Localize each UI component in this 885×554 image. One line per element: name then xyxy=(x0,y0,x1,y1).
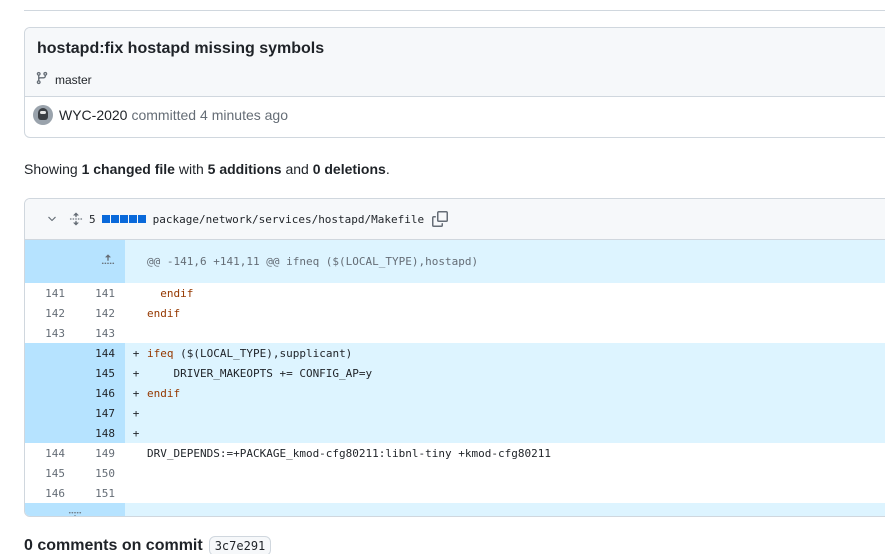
diff-marker xyxy=(125,463,147,483)
old-line-number[interactable]: 146 xyxy=(25,483,75,503)
comments-label: 0 comments on commit xyxy=(24,537,203,554)
commit-meta: WYC-2020 committed 4 minutes ago xyxy=(33,105,288,125)
old-line-number[interactable]: 145 xyxy=(25,463,75,483)
diff-marker xyxy=(125,323,147,343)
old-line-number[interactable] xyxy=(25,423,75,443)
code-line: endif xyxy=(147,383,885,403)
diff-summary: Showing 1 changed file with 5 additions … xyxy=(24,161,390,177)
summary-additions: 5 additions xyxy=(207,161,282,177)
chevron-down-icon[interactable] xyxy=(45,212,59,226)
diff-line-context: 144 149 DRV_DEPENDS:=+PACKAGE_kmod-cfg8021… xyxy=(25,443,885,463)
new-line-number[interactable]: 149 xyxy=(75,443,125,463)
diff-line-context: 142 142 endif xyxy=(25,303,885,323)
copy-icon[interactable] xyxy=(432,211,449,227)
unfold-icon[interactable] xyxy=(69,212,83,226)
commit-box: hostapd:fix hostapd missing symbols mast… xyxy=(24,27,885,138)
summary-with: with xyxy=(178,161,204,177)
expand-up-button[interactable] xyxy=(25,240,125,283)
expand-up-icon xyxy=(101,254,115,264)
old-line-number[interactable] xyxy=(25,343,75,363)
diff-marker: + xyxy=(125,383,147,403)
committed-text: committed xyxy=(131,107,197,123)
expand-down-button[interactable] xyxy=(25,503,125,516)
diff-marker: + xyxy=(125,423,147,443)
code-line: endif xyxy=(160,286,194,300)
commit-header: hostapd:fix hostapd missing symbols mast… xyxy=(25,28,885,97)
old-line-number[interactable] xyxy=(25,363,75,383)
diff-marker: + xyxy=(125,403,147,423)
hunk-header-text: @@ -141,6 +141,11 @@ ifneq ($(LOCAL_TYPE… xyxy=(125,240,885,283)
code-line xyxy=(147,483,885,503)
file-header: 5 package/network/services/hostapd/Makef… xyxy=(25,199,885,240)
summary-changed[interactable]: 1 changed file xyxy=(82,161,175,177)
old-line-number[interactable]: 144 xyxy=(25,443,75,463)
diff-marker xyxy=(125,283,147,303)
diff-line-added: 148 + xyxy=(25,423,885,443)
code-line: DRIVER_MAKEOPTS += CONFIG_AP=y xyxy=(147,363,885,383)
diff-marker xyxy=(125,443,147,463)
new-line-number[interactable]: 145 xyxy=(75,363,125,383)
code-line: endif xyxy=(147,306,181,320)
diff-line-added: 144 + ifeq ($(LOCAL_TYPE),supplicant) xyxy=(25,343,885,363)
summary-prefix: Showing xyxy=(24,161,78,177)
diff-line-context: 145 150 xyxy=(25,463,885,483)
summary-period: . xyxy=(385,161,390,177)
new-line-number[interactable]: 141 xyxy=(75,283,125,303)
old-line-number[interactable]: 143 xyxy=(25,323,75,343)
code-line xyxy=(147,403,885,423)
old-line-number[interactable]: 141 xyxy=(25,283,75,303)
change-count: 5 xyxy=(89,212,96,226)
diff-marker xyxy=(125,483,147,503)
diff-line-added: 146 + endif xyxy=(25,383,885,403)
old-line-number[interactable]: 142 xyxy=(25,303,75,323)
diffstat-bar xyxy=(101,215,147,223)
new-line-number[interactable]: 148 xyxy=(75,423,125,443)
avatar[interactable] xyxy=(33,105,53,125)
new-line-number[interactable]: 150 xyxy=(75,463,125,483)
new-line-number[interactable]: 151 xyxy=(75,483,125,503)
code-line xyxy=(147,423,885,443)
branch-link[interactable]: master xyxy=(35,71,92,88)
code-line xyxy=(147,323,885,343)
hunk-footer-row xyxy=(25,503,885,516)
diff-line-context: 141 141 endif xyxy=(25,283,885,303)
hunk-footer-fill xyxy=(125,503,885,516)
code-line xyxy=(147,463,885,483)
author-link[interactable]: WYC-2020 xyxy=(59,107,127,123)
new-line-number[interactable]: 143 xyxy=(75,323,125,343)
commit-title: hostapd:fix hostapd missing symbols xyxy=(37,40,325,57)
diff-marker xyxy=(125,303,147,323)
diff-line-context: 146 151 xyxy=(25,483,885,503)
new-line-number[interactable]: 146 xyxy=(75,383,125,403)
diff-line-context: 143 143 xyxy=(25,323,885,343)
commit-sha-badge[interactable]: 3c7e291 xyxy=(208,536,272,554)
file-path-link[interactable]: package/network/services/hostapd/Makefil… xyxy=(153,213,425,226)
code-line: ifeq ($(LOCAL_TYPE),supplicant) xyxy=(147,343,885,363)
new-line-number[interactable]: 142 xyxy=(75,303,125,323)
code-line: DRV_DEPENDS:=+PACKAGE_kmod-cfg80211:libn… xyxy=(147,446,551,460)
file-diff: 5 package/network/services/hostapd/Makef… xyxy=(24,198,885,517)
branch-name: master xyxy=(55,72,92,87)
diff-marker: + xyxy=(125,343,147,363)
hunk-header-row: @@ -141,6 +141,11 @@ ifneq ($(LOCAL_TYPE… xyxy=(25,240,885,283)
summary-deletions: 0 deletions xyxy=(312,161,386,177)
new-line-number[interactable]: 147 xyxy=(75,403,125,423)
diff-table: @@ -141,6 +141,11 @@ ifneq ($(LOCAL_TYPE… xyxy=(25,240,885,516)
old-line-number[interactable] xyxy=(25,403,75,423)
expand-down-icon xyxy=(68,511,82,516)
diff-line-added: 147 + xyxy=(25,403,885,423)
diff-line-added: 145 + DRIVER_MAKEOPTS += CONFIG_AP=y xyxy=(25,363,885,383)
summary-and: and xyxy=(285,161,309,177)
git-branch-icon xyxy=(35,71,55,88)
new-line-number[interactable]: 144 xyxy=(75,343,125,363)
comments-heading: 0 comments on commit 3c7e291 xyxy=(24,536,272,554)
diff-marker: + xyxy=(125,363,147,383)
commit-time: 4 minutes ago xyxy=(200,107,288,123)
old-line-number[interactable] xyxy=(25,383,75,403)
top-divider xyxy=(24,10,885,11)
